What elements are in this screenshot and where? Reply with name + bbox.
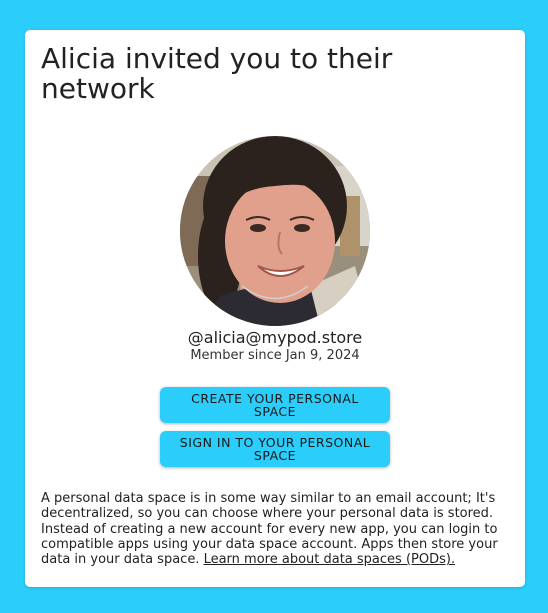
page-title: Alicia invited you to their network <box>41 42 393 105</box>
member-since: Member since Jan 9, 2024 <box>190 348 360 363</box>
user-handle: @alicia@mypod.store <box>187 328 363 347</box>
avatar <box>180 136 370 326</box>
learn-more-link[interactable]: Learn more about data spaces (PODs). <box>204 552 456 567</box>
invite-card: Alicia invited you to their network @ali… <box>25 30 525 587</box>
sign-in-personal-space-button[interactable]: SIGN IN TO YOUR PERSONAL SPACE <box>160 431 390 467</box>
create-personal-space-button[interactable]: CREATE YOUR PERSONAL SPACE <box>160 387 390 423</box>
description-text: A personal data space is in some way sim… <box>41 491 513 567</box>
avatar-photo <box>180 136 370 326</box>
